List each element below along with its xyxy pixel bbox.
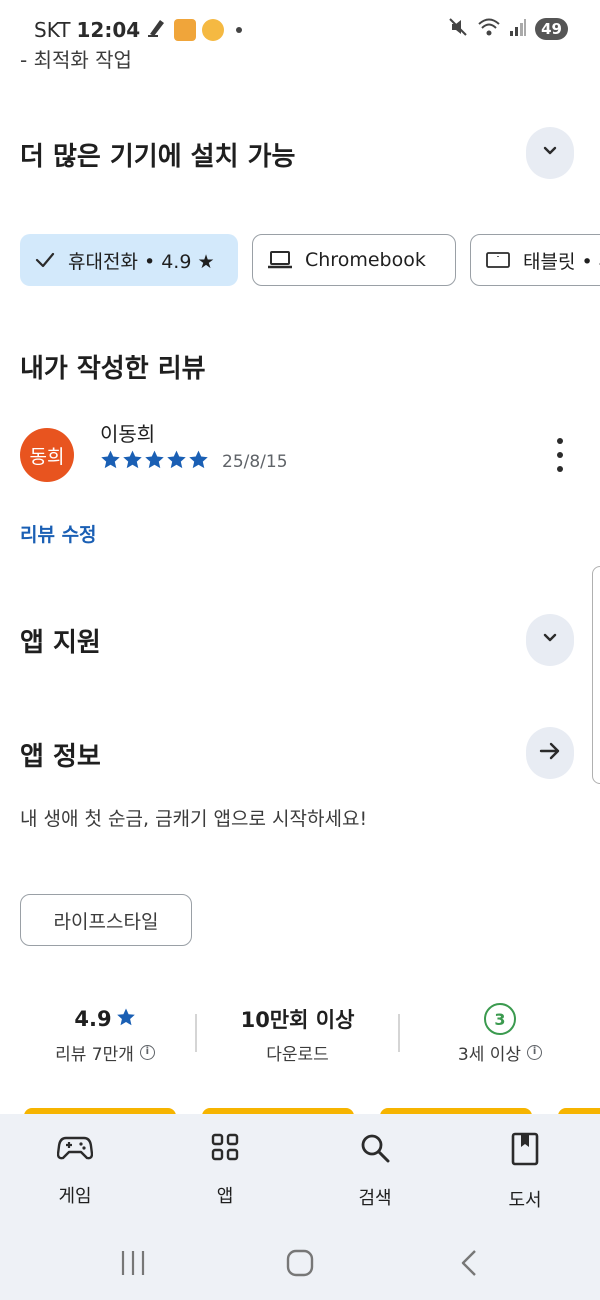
nav-item-games[interactable]: 게임 [25, 1132, 125, 1208]
nav-item-search[interactable]: 검색 [325, 1132, 425, 1210]
age-rating-label: 3세 이상 [457, 1045, 522, 1065]
search-icon [359, 1132, 391, 1168]
signal-icon [509, 17, 527, 41]
star-icon [123, 450, 142, 469]
device-chip-label: Chromebook [305, 249, 426, 271]
chevron-down-icon [540, 628, 560, 652]
star-icon [189, 450, 208, 469]
tablet-icon [485, 250, 511, 270]
truncated-description: - 최적화 작업 [20, 48, 132, 72]
app-support-expand-button[interactable] [526, 614, 574, 666]
downloads-label: 다운로드 [266, 1045, 329, 1065]
stat-downloads: 10만회 이상 다운로드 [205, 1004, 390, 1065]
stat-rating: 4.9 리뷰 7만개 i [20, 1004, 190, 1065]
star-icon [167, 450, 186, 469]
carrier-label: SKT [34, 17, 71, 42]
kebab-dot-icon [557, 438, 563, 444]
book-icon [510, 1132, 540, 1170]
arrow-right-icon [538, 740, 562, 766]
device-chip-tablet[interactable]: 태블릿 • 4 [470, 234, 600, 286]
bottom-navigation: 게임 앱 검색 도서 [0, 1114, 600, 1236]
back-icon[interactable] [455, 1248, 485, 1282]
apps-grid-icon [210, 1132, 240, 1166]
chevron-down-icon [540, 141, 560, 165]
wifi-icon [477, 16, 501, 42]
gamepad-icon [56, 1132, 94, 1166]
home-icon[interactable] [285, 1248, 315, 1282]
pen-notification-icon [146, 16, 168, 43]
status-bar: SKT 12:04 49 [0, 0, 600, 48]
kebab-dot-icon [557, 466, 563, 472]
stat-divider [195, 1014, 197, 1052]
status-right: 49 [447, 16, 568, 42]
app-support-title: 앱 지원 [20, 628, 101, 658]
system-navigation-bar [0, 1236, 600, 1300]
nav-label: 도서 [508, 1190, 542, 1211]
app-notification-icon-2 [202, 18, 225, 41]
app-notification-icon [174, 18, 197, 41]
nav-item-books[interactable]: 도서 [475, 1132, 575, 1212]
app-description: 내 생애 첫 순금, 금캐기 앱으로 시작하세요! [20, 808, 368, 830]
star-rating [100, 449, 209, 470]
clock: 12:04 [76, 17, 141, 42]
star-icon [116, 1007, 136, 1032]
info-icon[interactable]: i [527, 1045, 543, 1060]
kebab-dot-icon [557, 452, 563, 458]
battery-indicator: 49 [535, 18, 568, 40]
app-info-title: 앱 정보 [20, 742, 101, 772]
nav-label: 게임 [58, 1186, 92, 1207]
side-scroll-handle[interactable] [592, 566, 600, 784]
my-review-title: 내가 작성한 리뷰 [20, 354, 206, 384]
stat-age-rating: 3 3세 이상 i [410, 1003, 590, 1065]
review-more-options-button[interactable] [548, 438, 572, 472]
edit-review-link[interactable]: 리뷰 수정 [20, 520, 97, 547]
check-icon [34, 249, 56, 271]
recent-apps-icon[interactable] [118, 1248, 148, 1282]
nav-item-apps[interactable]: 앱 [175, 1132, 275, 1208]
stat-divider [398, 1014, 400, 1052]
rating-label: 리뷰 7만개 [55, 1045, 134, 1065]
device-chip-chromebook[interactable]: Chromebook [252, 234, 456, 286]
status-left: SKT 12:04 [34, 16, 243, 43]
star-icon [101, 450, 120, 469]
device-chip-label: 휴대전화 • 4.9 ★ [68, 250, 215, 273]
devices-section-title: 더 많은 기기에 설치 가능 [20, 142, 296, 172]
app-info-open-button[interactable] [526, 727, 574, 779]
devices-expand-button[interactable] [526, 127, 574, 179]
reviewer-name: 이동희 [100, 422, 156, 446]
mute-icon [447, 16, 469, 42]
review-date: 25/8/15 [222, 452, 288, 472]
laptop-icon [267, 249, 293, 271]
star-icon [145, 450, 164, 469]
info-icon[interactable]: i [139, 1045, 155, 1060]
device-chip-label: 태블릿 • 4 [523, 250, 600, 273]
device-chip-phone[interactable]: 휴대전화 • 4.9 ★ [20, 234, 238, 286]
nav-label: 앱 [216, 1186, 234, 1207]
age-rating-badge-icon: 3 [484, 1003, 516, 1035]
avatar: 동희 [20, 428, 74, 482]
more-notifications-dot-icon [236, 26, 243, 33]
downloads-value: 10만회 이상 [240, 1008, 355, 1032]
nav-label: 검색 [358, 1188, 392, 1209]
category-tag-chip[interactable]: 라이프스타일 [20, 894, 192, 946]
rating-value: 4.9 [74, 1007, 112, 1031]
